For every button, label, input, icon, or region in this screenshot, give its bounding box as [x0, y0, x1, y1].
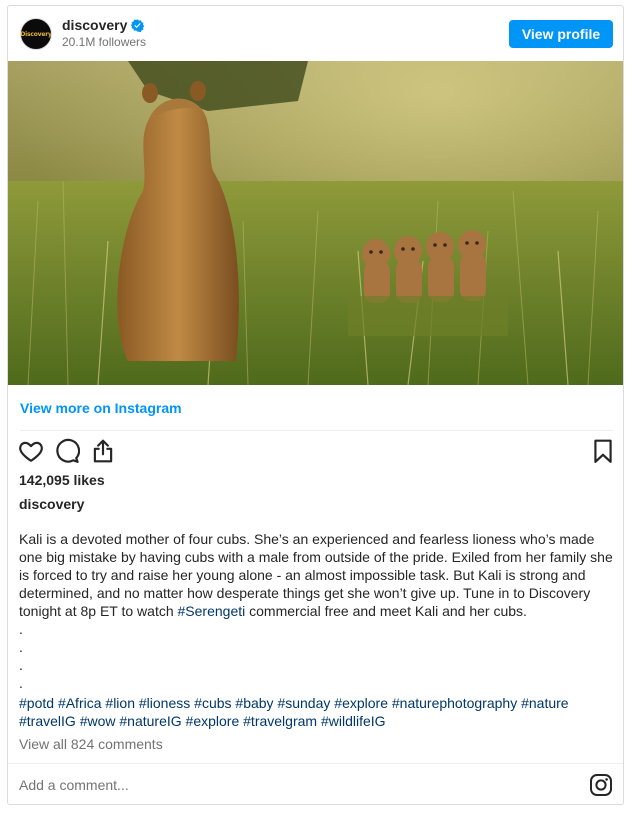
follower-count: 20.1M followers: [62, 35, 147, 49]
hashtag-link[interactable]: #sunday: [277, 695, 330, 711]
post-owner-username[interactable]: discovery: [19, 496, 84, 512]
view-profile-button[interactable]: View profile: [509, 20, 613, 48]
avatar-logo-text: Discovery: [20, 30, 52, 38]
caption-dots: ....: [19, 620, 619, 692]
avatar[interactable]: Discovery: [20, 18, 52, 50]
hashtag-link[interactable]: #explore: [186, 713, 240, 729]
share-icon[interactable]: [90, 438, 116, 464]
dot: .: [19, 675, 23, 691]
hashtag-link[interactable]: #travelgram: [243, 713, 317, 729]
dot: .: [19, 621, 23, 637]
verified-badge-icon: [131, 18, 145, 32]
like-count[interactable]: 142,095 likes: [19, 472, 105, 488]
hashtag-link[interactable]: #Africa: [58, 695, 102, 711]
comment-icon[interactable]: [54, 438, 80, 464]
hashtag-link[interactable]: #natureIG: [119, 713, 181, 729]
lioness-cubs-photo: [8, 61, 623, 385]
hashtag-link[interactable]: #potd: [19, 695, 54, 711]
hashtag-link[interactable]: #nature: [521, 695, 568, 711]
dot: .: [19, 657, 23, 673]
bookmark-icon[interactable]: [590, 438, 616, 464]
post-caption: Kali is a devoted mother of four cubs. S…: [19, 530, 619, 692]
hashtag-link[interactable]: #lion: [105, 695, 135, 711]
comment-bar: Add a comment...: [8, 763, 623, 806]
hashtag-link[interactable]: #naturephotography: [392, 695, 517, 711]
heart-icon[interactable]: [18, 438, 44, 464]
hashtag-link[interactable]: #lioness: [139, 695, 190, 711]
view-more-link[interactable]: View more on Instagram: [20, 400, 182, 416]
dot: .: [19, 639, 23, 655]
hashtag-link[interactable]: #wildlifeIG: [321, 713, 386, 729]
username-row[interactable]: discovery: [62, 17, 145, 33]
post-photo[interactable]: [8, 61, 623, 385]
hashtag-link[interactable]: #baby: [235, 695, 273, 711]
instagram-embed-card: Discovery discovery 20.1M followers View…: [7, 5, 624, 805]
hashtag-link[interactable]: #Serengeti: [178, 603, 246, 619]
instagram-icon[interactable]: [589, 773, 613, 797]
add-comment-input[interactable]: Add a comment...: [19, 777, 129, 793]
post-header: Discovery discovery 20.1M followers View…: [8, 6, 623, 61]
hashtag-list: #potd #Africa #lion #lioness #cubs #baby…: [19, 694, 619, 730]
hashtag-link[interactable]: #travelIG: [19, 713, 76, 729]
caption-text-2: commercial free and meet Kali and her cu…: [245, 603, 527, 619]
hashtag-link[interactable]: #explore: [334, 695, 388, 711]
username[interactable]: discovery: [62, 17, 127, 33]
view-comments-link[interactable]: View all 824 comments: [19, 736, 163, 752]
divider: [20, 430, 613, 431]
hashtag-link[interactable]: #cubs: [194, 695, 231, 711]
hashtag-link[interactable]: #wow: [80, 713, 116, 729]
